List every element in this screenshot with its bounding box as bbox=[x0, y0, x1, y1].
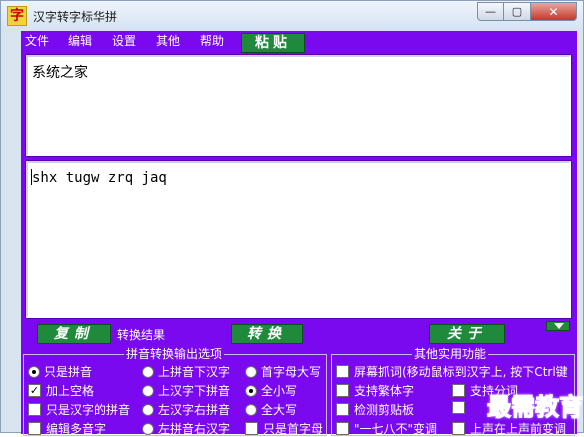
close-button[interactable]: ✕ bbox=[531, 2, 577, 21]
radio-off-icon bbox=[245, 365, 257, 378]
checkmark-icon: ✓ bbox=[28, 384, 41, 397]
option-add-spaces[interactable]: ✓ 加上空格 bbox=[28, 382, 94, 399]
option-uppercase[interactable]: 全大写 bbox=[245, 401, 297, 418]
radio-on-icon bbox=[28, 365, 40, 378]
result-label: 转换结果 bbox=[117, 328, 166, 342]
option-pinyin-only[interactable]: 只是拼音 bbox=[28, 363, 92, 380]
checkbox-icon bbox=[336, 403, 349, 416]
minimize-button[interactable]: — bbox=[477, 2, 504, 21]
menu-edit[interactable]: 编辑 bbox=[68, 32, 92, 49]
menu-help[interactable]: 帮助 bbox=[200, 32, 224, 49]
menu-file[interactable]: 文件 bbox=[25, 32, 49, 49]
expand-toggle-button[interactable] bbox=[546, 321, 570, 331]
option-monitor-clipboard[interactable]: 检测剪贴板 bbox=[336, 401, 414, 418]
checkbox-icon bbox=[336, 384, 349, 397]
pinyin-options-legend: 拼音转换输出选项 bbox=[124, 347, 225, 361]
option-initials-only[interactable]: 只是首字母 bbox=[245, 420, 323, 437]
option-hanzi-above[interactable]: 上汉字下拼音 bbox=[142, 382, 230, 399]
client-area: 文件 编辑 设置 其他 帮助 粘贴 系统之家 shx tugw zrq jaq … bbox=[21, 31, 577, 437]
copy-button[interactable]: 复制 bbox=[37, 324, 111, 344]
maximize-icon: ▢ bbox=[511, 5, 523, 18]
radio-off-icon bbox=[142, 384, 154, 397]
option-lowercase[interactable]: 全小写 bbox=[245, 382, 297, 399]
menu-settings[interactable]: 设置 bbox=[112, 32, 136, 49]
checkbox-icon bbox=[452, 401, 465, 414]
checkbox-icon bbox=[452, 422, 465, 435]
checkbox-icon bbox=[28, 403, 41, 416]
app-icon: 字 bbox=[7, 6, 27, 26]
option-traditional[interactable]: 支持繁体字 bbox=[336, 382, 414, 399]
other-functions-legend: 其他实用功能 bbox=[412, 347, 489, 361]
option-hanzi-left[interactable]: 左汉字右拼音 bbox=[142, 401, 230, 418]
option-hidden[interactable] bbox=[452, 401, 470, 414]
option-pinyin-left[interactable]: 左拼音右汉字 bbox=[142, 420, 230, 437]
pinyin-output-textarea[interactable]: shx tugw zrq jaq bbox=[25, 160, 572, 319]
app-window: 字 汉字转字标华拼 — ▢ ✕ 文件 编辑 设置 其他 帮助 粘贴 系统之家 s… bbox=[0, 0, 584, 437]
checkbox-icon bbox=[336, 422, 349, 435]
radio-off-icon bbox=[142, 365, 154, 378]
option-hanzi-pinyin-only[interactable]: 只是汉字的拼音 bbox=[28, 401, 130, 418]
option-screen-capture[interactable]: 屏幕抓词(移动鼠标到汉字上, 按下Ctrl键 bbox=[336, 363, 568, 380]
input-text: 系统之家 bbox=[32, 65, 88, 81]
option-edit-polyphonic[interactable]: 编辑多音字 bbox=[28, 420, 106, 437]
checkbox-icon bbox=[452, 384, 465, 397]
window-controls: — ▢ ✕ bbox=[477, 2, 577, 21]
option-capitalize-first[interactable]: 首字母大写 bbox=[245, 363, 321, 380]
pinyin-options-group: 拼音转换输出选项 只是拼音 上拼音下汉字 首字母大写 ✓ 加上空格 上汉字下拼音 … bbox=[23, 347, 327, 437]
paste-button[interactable]: 粘贴 bbox=[241, 33, 305, 53]
chinese-input-textarea[interactable]: 系统之家 bbox=[25, 54, 572, 157]
option-pinyin-above[interactable]: 上拼音下汉字 bbox=[142, 363, 230, 380]
menu-other[interactable]: 其他 bbox=[156, 32, 180, 49]
radio-on-icon bbox=[245, 384, 257, 397]
convert-button[interactable]: 转换 bbox=[231, 324, 303, 344]
window-title: 汉字转字标华拼 bbox=[33, 10, 118, 24]
option-yiqiba-tone[interactable]: "一七八不"变调 bbox=[336, 420, 437, 437]
maximize-button[interactable]: ▢ bbox=[504, 2, 531, 21]
about-button[interactable]: 关于 bbox=[429, 324, 505, 344]
watermark-logo: 最需教育 bbox=[487, 392, 584, 422]
checkbox-icon bbox=[28, 422, 41, 435]
checkbox-icon bbox=[245, 422, 258, 435]
title-bar[interactable]: 字 汉字转字标华拼 — ▢ ✕ bbox=[1, 1, 583, 31]
checkbox-icon bbox=[336, 365, 349, 378]
option-third-tone-sandhi[interactable]: 上声在上声前变调 bbox=[452, 420, 566, 437]
radio-off-icon bbox=[245, 403, 257, 416]
menu-bar: 文件 编辑 设置 其他 帮助 粘贴 bbox=[21, 31, 577, 53]
minimize-icon: — bbox=[485, 5, 496, 18]
radio-off-icon bbox=[142, 403, 154, 416]
output-text: shx tugw zrq jaq bbox=[32, 170, 167, 186]
close-icon: ✕ bbox=[548, 4, 559, 19]
